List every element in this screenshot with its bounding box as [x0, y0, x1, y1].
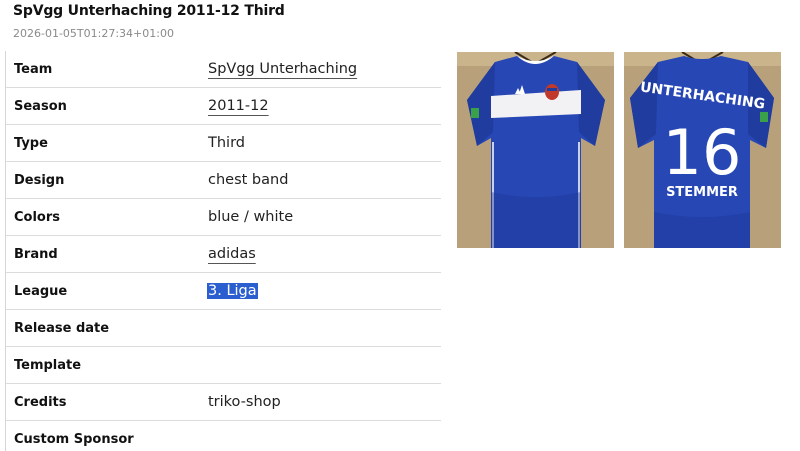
design-value: chest band [208, 172, 289, 188]
page: SpVgg Unterhaching 2011-12 Third 2026-01… [0, 0, 800, 451]
season-link[interactable]: 2011-12 [208, 98, 269, 114]
row-season: Season 2011-12 [6, 88, 441, 125]
back-number: 16 [663, 116, 742, 189]
row-brand: Brand adidas [6, 236, 441, 273]
jersey-back-photo[interactable]: UNTERHACHING 16 STEMMER [624, 52, 781, 248]
row-custom-sponsor: Custom Sponsor [6, 421, 441, 451]
row-credits: Credits triko-shop [6, 384, 441, 421]
details-table: Team SpVgg Unterhaching Season 2011-12 T… [5, 51, 441, 451]
row-release-date: Release date [6, 310, 441, 347]
row-league: League 3. Liga [6, 273, 441, 310]
row-label-type: Type [14, 135, 48, 151]
brand-link[interactable]: adidas [208, 246, 256, 262]
row-colors: Colors blue / white [6, 199, 441, 236]
row-label-league: League [14, 283, 68, 299]
row-label-colors: Colors [14, 209, 61, 225]
timestamp: 2026-01-05T01:27:34+01:00 [13, 27, 174, 40]
row-label-brand: Brand [14, 246, 58, 262]
row-label-credits: Credits [14, 394, 67, 410]
row-type: Type Third [6, 125, 441, 162]
jersey-front-photo[interactable] [457, 52, 614, 248]
league-value[interactable]: 3. Liga [207, 283, 258, 299]
row-label-template: Template [14, 357, 82, 373]
row-label-custom-sponsor: Custom Sponsor [14, 431, 134, 447]
row-design: Design chest band [6, 162, 441, 199]
page-title: SpVgg Unterhaching 2011-12 Third [13, 3, 285, 19]
team-link[interactable]: SpVgg Unterhaching [208, 61, 357, 77]
back-player-name: STEMMER [666, 185, 738, 200]
type-value: Third [208, 135, 245, 151]
row-template: Template [6, 347, 441, 384]
row-label-season: Season [14, 98, 67, 114]
colors-value: blue / white [208, 209, 294, 225]
row-label-team: Team [14, 61, 53, 77]
row-team: Team SpVgg Unterhaching [6, 51, 441, 88]
credits-value: triko-shop [208, 394, 281, 410]
row-label-release-date: Release date [14, 320, 110, 336]
row-label-design: Design [14, 172, 65, 188]
